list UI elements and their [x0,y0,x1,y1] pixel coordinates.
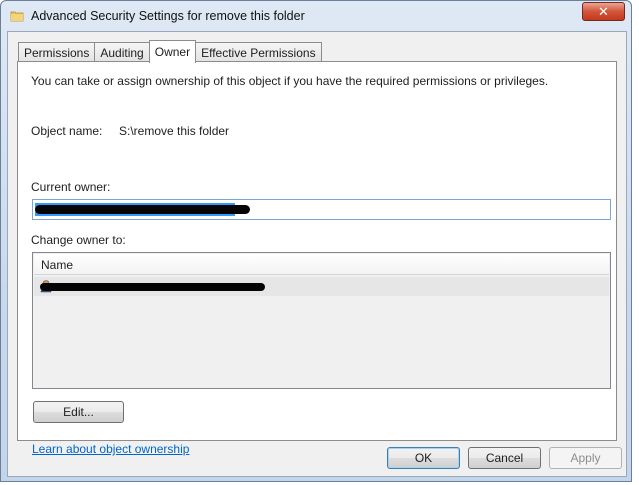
tab-auditing[interactable]: Auditing [94,42,150,62]
change-owner-list[interactable]: Name [32,252,611,389]
tab-permissions[interactable]: Permissions [18,42,96,62]
redaction-mark [35,205,250,214]
change-owner-label: Change owner to: [31,233,126,247]
owner-tab-panel: You can take or assign ownership of this… [17,61,617,456]
advanced-security-settings-window: Advanced Security Settings for remove th… [0,0,632,482]
learn-ownership-link[interactable]: Learn about object ownership [32,442,189,456]
tab-strip: Permissions Auditing Owner Effective Per… [18,40,322,63]
object-name-value: S:\remove this folder [119,124,230,138]
dialog-client-area: Permissions Auditing Owner Effective Per… [7,31,627,477]
close-button[interactable]: ✕ [582,2,625,21]
name-column-header: Name [41,258,74,272]
edit-button[interactable]: Edit... [33,401,124,423]
list-item[interactable] [34,277,609,296]
object-name-label: Object name: [31,124,103,138]
title-bar[interactable]: Advanced Security Settings for remove th… [1,1,631,31]
intro-text: You can take or assign ownership of this… [31,74,549,88]
cancel-button[interactable]: Cancel [468,447,541,469]
tab-owner[interactable]: Owner [148,40,197,63]
current-owner-label: Current owner: [31,180,111,194]
current-owner-field[interactable] [32,199,611,220]
folder-icon [10,11,24,22]
apply-button[interactable]: Apply [549,447,622,469]
close-icon: ✕ [598,3,609,19]
redaction-mark [40,283,265,291]
list-column-header[interactable]: Name [34,254,609,275]
tab-effective-permissions[interactable]: Effective Permissions [195,42,322,62]
ok-button[interactable]: OK [387,447,460,469]
window-title: Advanced Security Settings for remove th… [31,9,305,23]
